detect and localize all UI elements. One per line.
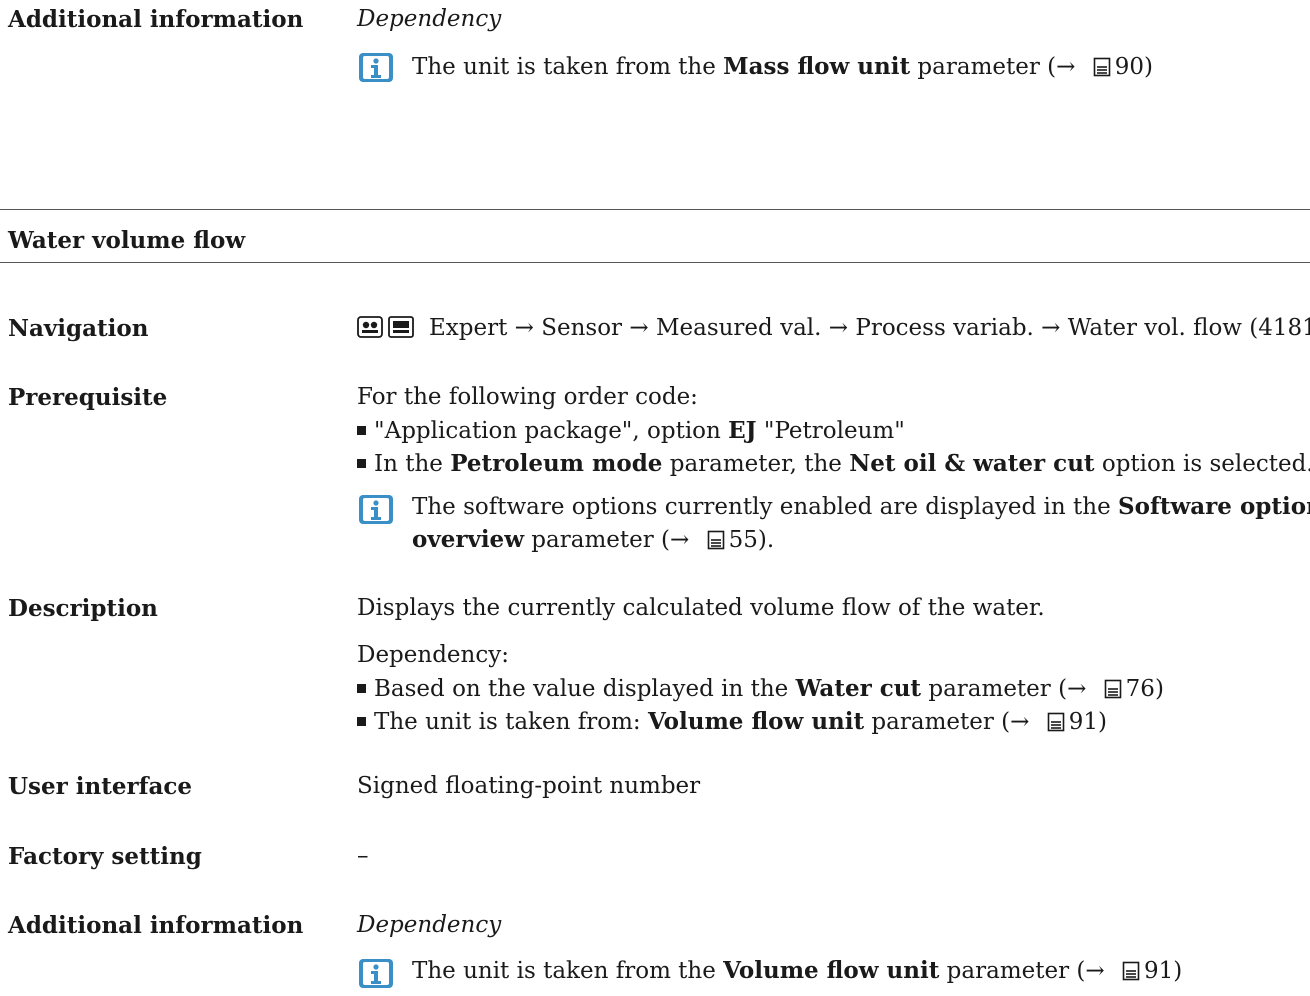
info-icon — [359, 495, 393, 524]
factory-setting-label: Factory setting — [8, 843, 202, 870]
navigation-label: Navigation — [8, 315, 149, 342]
prerequisite-item-1: "Application package", option EJ "Petrol… — [357, 417, 905, 444]
page-reference-icon — [1122, 961, 1140, 981]
user-interface-value: Signed floating-point number — [357, 773, 701, 799]
prerequisite-label: Prerequisite — [8, 384, 168, 411]
page-reference-icon — [1093, 57, 1111, 77]
description-dependency: Dependency: — [357, 642, 509, 668]
factory-setting-value: – — [357, 843, 369, 869]
dependency-heading-top: Dependency — [357, 6, 502, 32]
section-bottom-rule — [0, 262, 1310, 263]
prerequisite-intro: For the following order code: — [357, 384, 698, 410]
info-icon — [359, 959, 393, 988]
prerequisite-note-line-1: The software options currently enabled a… — [412, 493, 1310, 520]
additional-info-label-top: Additional information — [8, 6, 304, 33]
prerequisite-note-line-2: overview parameter (→ 55). — [412, 526, 775, 553]
page-reference-icon — [1104, 679, 1121, 699]
navigation-path: Expert → Sensor → Measured val. → Proces… — [357, 315, 1310, 341]
description-item-2: The unit is taken from: Volume flow unit… — [357, 708, 1107, 735]
display-operation-icon — [357, 316, 414, 338]
note-bottom: The unit is taken from the Volume flow u… — [412, 957, 1183, 984]
bullet — [357, 684, 366, 693]
note-top: The unit is taken from the Mass flow uni… — [412, 53, 1153, 80]
page-reference-icon — [707, 530, 724, 550]
dependency-heading: Dependency — [357, 912, 502, 938]
additional-info-label: Additional information — [8, 912, 304, 939]
description-label: Description — [8, 595, 158, 622]
description-item-1: Based on the value displayed in the Wate… — [357, 675, 1164, 702]
bullet — [357, 717, 366, 726]
info-icon — [359, 53, 393, 82]
page-reference-icon — [1047, 712, 1065, 732]
bullet — [357, 426, 366, 435]
prerequisite-item-2: In the Petroleum mode parameter, the Net… — [357, 450, 1310, 477]
section-top-rule — [0, 209, 1310, 210]
bullet — [357, 459, 366, 468]
description-text: Displays the currently calculated volume… — [357, 595, 1045, 621]
user-interface-label: User interface — [8, 773, 193, 800]
section-title: Water volume flow — [8, 227, 246, 254]
